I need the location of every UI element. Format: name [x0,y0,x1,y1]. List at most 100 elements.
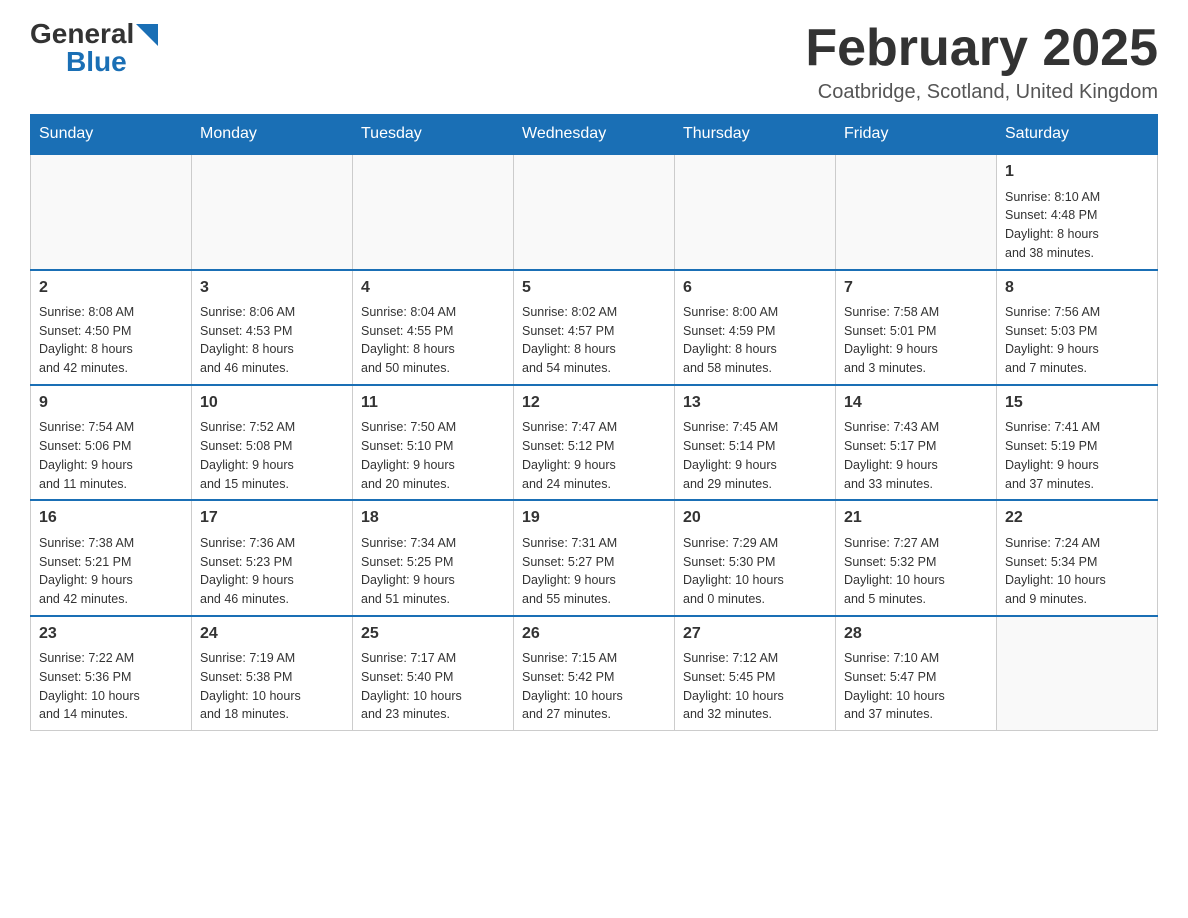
day-info: Sunrise: 8:04 AMSunset: 4:55 PMDaylight:… [361,303,505,378]
calendar-week-row: 16 Sunrise: 7:38 AMSunset: 5:21 PMDayligh… [31,500,1158,615]
day-number: 28 [844,623,988,645]
calendar-cell: 20 Sunrise: 7:29 AMSunset: 5:30 PMDayligh… [675,500,836,615]
day-number: 20 [683,507,827,529]
logo-triangle-icon [136,24,158,46]
day-number: 8 [1005,277,1149,299]
calendar-cell: 26Sunrise: 7:15 AMSunset: 5:42 PMDayligh… [514,616,675,731]
calendar-cell: 16 Sunrise: 7:38 AMSunset: 5:21 PMDayligh… [31,500,192,615]
calendar-cell: 7 Sunrise: 7:58 AMSunset: 5:01 PMDaylight… [836,270,997,385]
day-info: Sunrise: 7:45 AMSunset: 5:14 PMDaylight:… [683,418,827,493]
day-info: Sunrise: 7:56 AMSunset: 5:03 PMDaylight:… [1005,303,1149,378]
day-number: 24 [200,623,344,645]
calendar-cell: 12 Sunrise: 7:47 AMSunset: 5:12 PMDayligh… [514,385,675,500]
month-title: February 2025 [805,20,1158,77]
day-info: Sunrise: 7:19 AMSunset: 5:38 PMDaylight:… [200,649,344,724]
day-number: 27 [683,623,827,645]
calendar-cell [675,154,836,269]
calendar-cell: 4 Sunrise: 8:04 AMSunset: 4:55 PMDaylight… [353,270,514,385]
day-info: Sunrise: 7:47 AMSunset: 5:12 PMDaylight:… [522,418,666,493]
calendar-cell: 15 Sunrise: 7:41 AMSunset: 5:19 PMDayligh… [997,385,1158,500]
calendar-cell [836,154,997,269]
day-number: 16 [39,507,183,529]
calendar-cell: 17 Sunrise: 7:36 AMSunset: 5:23 PMDayligh… [192,500,353,615]
weekday-header-row: SundayMondayTuesdayWednesdayThursdayFrid… [31,115,1158,155]
day-number: 3 [200,277,344,299]
calendar-week-row: 1 Sunrise: 8:10 AMSunset: 4:48 PMDaylight… [31,154,1158,269]
day-info: Sunrise: 7:27 AMSunset: 5:32 PMDaylight:… [844,534,988,609]
day-info: Sunrise: 7:17 AMSunset: 5:40 PMDaylight:… [361,649,505,724]
day-number: 23 [39,623,183,645]
weekday-header-friday: Friday [836,115,997,155]
calendar-cell [192,154,353,269]
location-text: Coatbridge, Scotland, United Kingdom [805,81,1158,104]
day-number: 5 [522,277,666,299]
calendar-cell: 21 Sunrise: 7:27 AMSunset: 5:32 PMDayligh… [836,500,997,615]
day-number: 9 [39,392,183,414]
weekday-header-tuesday: Tuesday [353,115,514,155]
day-info: Sunrise: 8:08 AMSunset: 4:50 PMDaylight:… [39,303,183,378]
weekday-header-thursday: Thursday [675,115,836,155]
calendar-cell: 10 Sunrise: 7:52 AMSunset: 5:08 PMDayligh… [192,385,353,500]
calendar-cell: 23 Sunrise: 7:22 AMSunset: 5:36 PMDayligh… [31,616,192,731]
day-info: Sunrise: 7:41 AMSunset: 5:19 PMDaylight:… [1005,418,1149,493]
day-number: 10 [200,392,344,414]
calendar-cell [353,154,514,269]
day-number: 4 [361,277,505,299]
calendar-cell: 18 Sunrise: 7:34 AMSunset: 5:25 PMDayligh… [353,500,514,615]
day-info: Sunrise: 7:50 AMSunset: 5:10 PMDaylight:… [361,418,505,493]
calendar-cell: 13 Sunrise: 7:45 AMSunset: 5:14 PMDayligh… [675,385,836,500]
day-info: Sunrise: 7:15 AMSunset: 5:42 PMDaylight:… [522,649,666,724]
calendar-cell: 5 Sunrise: 8:02 AMSunset: 4:57 PMDaylight… [514,270,675,385]
day-info: Sunrise: 7:22 AMSunset: 5:36 PMDaylight:… [39,649,183,724]
day-number: 17 [200,507,344,529]
calendar-cell: 28 Sunrise: 7:10 AMSunset: 5:47 PMDayligh… [836,616,997,731]
day-number: 25 [361,623,505,645]
day-info: Sunrise: 7:34 AMSunset: 5:25 PMDaylight:… [361,534,505,609]
calendar-cell: 19Sunrise: 7:31 AMSunset: 5:27 PMDayligh… [514,500,675,615]
day-number: 11 [361,392,505,414]
calendar-cell: 2 Sunrise: 8:08 AMSunset: 4:50 PMDaylight… [31,270,192,385]
day-info: Sunrise: 7:29 AMSunset: 5:30 PMDaylight:… [683,534,827,609]
day-info: Sunrise: 7:24 AMSunset: 5:34 PMDaylight:… [1005,534,1149,609]
calendar-cell: 9 Sunrise: 7:54 AMSunset: 5:06 PMDaylight… [31,385,192,500]
calendar-week-row: 23 Sunrise: 7:22 AMSunset: 5:36 PMDayligh… [31,616,1158,731]
day-number: 18 [361,507,505,529]
weekday-header-monday: Monday [192,115,353,155]
day-number: 15 [1005,392,1149,414]
calendar-cell: 25 Sunrise: 7:17 AMSunset: 5:40 PMDayligh… [353,616,514,731]
weekday-header-wednesday: Wednesday [514,115,675,155]
day-number: 13 [683,392,827,414]
calendar-cell: 24 Sunrise: 7:19 AMSunset: 5:38 PMDayligh… [192,616,353,731]
day-info: Sunrise: 7:52 AMSunset: 5:08 PMDaylight:… [200,418,344,493]
day-number: 12 [522,392,666,414]
calendar-week-row: 9 Sunrise: 7:54 AMSunset: 5:06 PMDaylight… [31,385,1158,500]
day-number: 21 [844,507,988,529]
logo-general-text: General [30,20,134,48]
day-info: Sunrise: 7:36 AMSunset: 5:23 PMDaylight:… [200,534,344,609]
day-info: Sunrise: 7:12 AMSunset: 5:45 PMDaylight:… [683,649,827,724]
calendar-cell: 27 Sunrise: 7:12 AMSunset: 5:45 PMDayligh… [675,616,836,731]
calendar-table: SundayMondayTuesdayWednesdayThursdayFrid… [30,114,1158,731]
day-info: Sunrise: 7:54 AMSunset: 5:06 PMDaylight:… [39,418,183,493]
title-block: February 2025 Coatbridge, Scotland, Unit… [805,20,1158,104]
day-info: Sunrise: 7:31 AMSunset: 5:27 PMDaylight:… [522,534,666,609]
day-number: 14 [844,392,988,414]
calendar-cell: 1 Sunrise: 8:10 AMSunset: 4:48 PMDaylight… [997,154,1158,269]
calendar-cell [997,616,1158,731]
day-info: Sunrise: 7:10 AMSunset: 5:47 PMDaylight:… [844,649,988,724]
calendar-cell: 11 Sunrise: 7:50 AMSunset: 5:10 PMDayligh… [353,385,514,500]
day-info: Sunrise: 8:10 AMSunset: 4:48 PMDaylight:… [1005,188,1149,263]
day-number: 7 [844,277,988,299]
weekday-header-saturday: Saturday [997,115,1158,155]
day-number: 2 [39,277,183,299]
page-header: General Blue February 2025 Coatbridge, S… [30,20,1158,104]
calendar-cell [31,154,192,269]
day-info: Sunrise: 8:02 AMSunset: 4:57 PMDaylight:… [522,303,666,378]
day-info: Sunrise: 8:00 AMSunset: 4:59 PMDaylight:… [683,303,827,378]
calendar-week-row: 2 Sunrise: 8:08 AMSunset: 4:50 PMDaylight… [31,270,1158,385]
weekday-header-sunday: Sunday [31,115,192,155]
day-number: 1 [1005,161,1149,183]
day-info: Sunrise: 7:58 AMSunset: 5:01 PMDaylight:… [844,303,988,378]
calendar-cell [514,154,675,269]
day-info: Sunrise: 7:38 AMSunset: 5:21 PMDaylight:… [39,534,183,609]
